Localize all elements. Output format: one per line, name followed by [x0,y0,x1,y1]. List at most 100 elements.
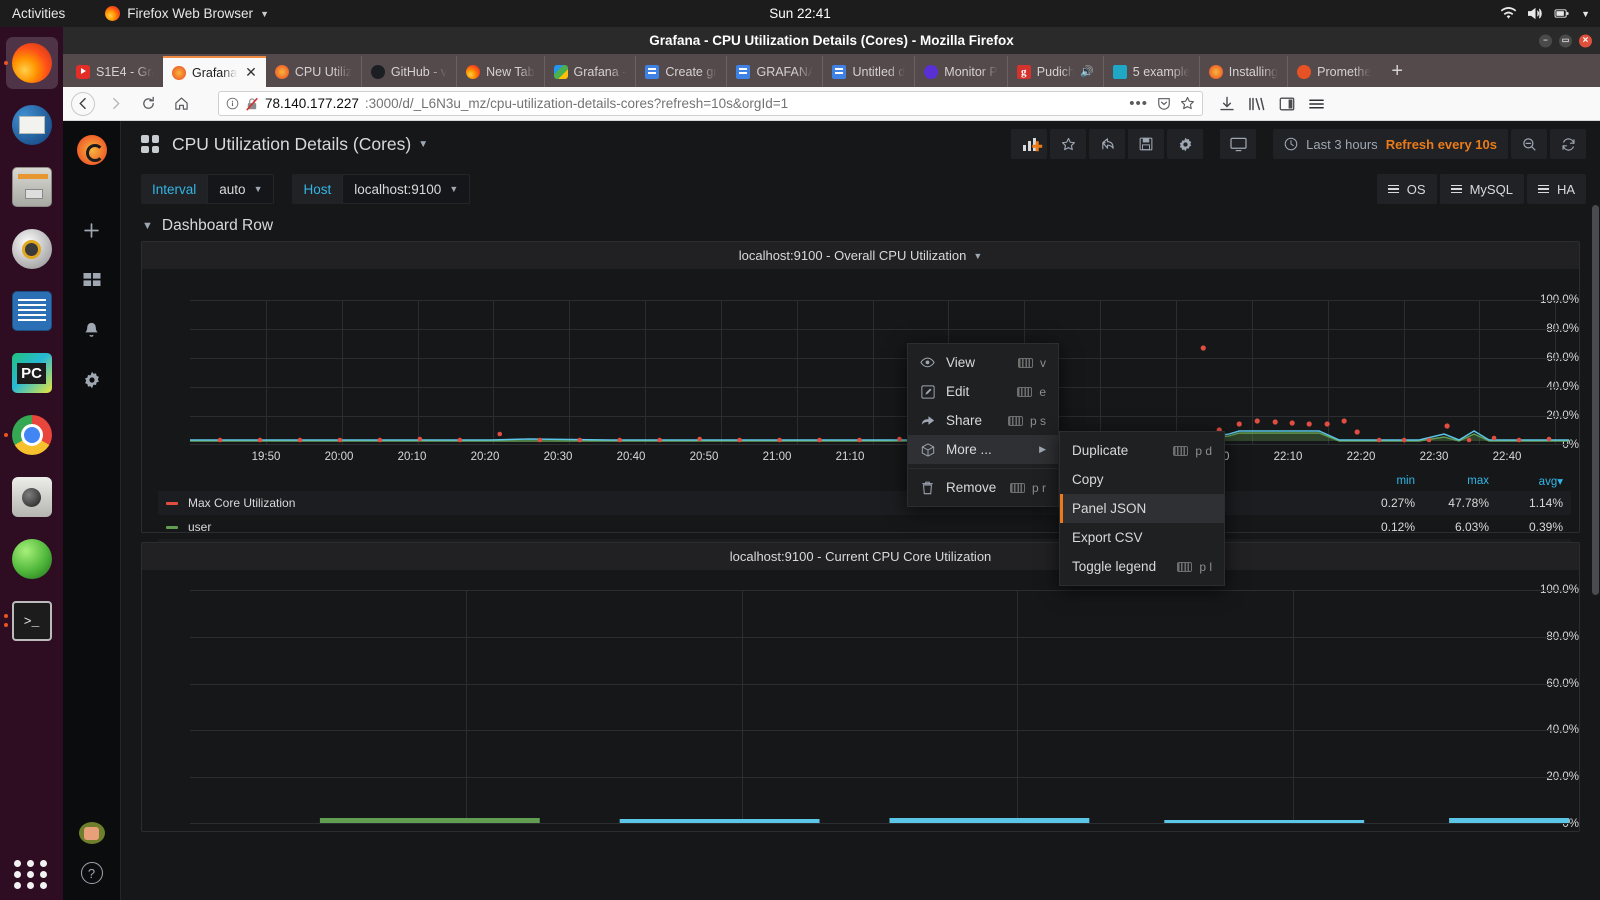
mute-tab-icon[interactable]: 🔊 [1080,65,1094,78]
browser-tab[interactable]: Untitled d [822,56,914,87]
zoom-out-button[interactable] [1511,129,1547,159]
back-button[interactable] [71,91,95,116]
dashboard-link-ha[interactable]: HA [1526,174,1586,204]
dock-item-writer[interactable] [6,285,58,337]
time-range-label: Last 3 hours [1306,136,1378,152]
dock-item-rhythmbox[interactable] [6,223,58,275]
sidebar-item-create[interactable] [79,217,105,243]
submenu-item-duplicate[interactable]: Duplicate p d [1060,436,1224,465]
browser-tab[interactable]: GRAFANA [726,56,822,87]
dock-item-firefox[interactable] [3,37,58,89]
context-menu-item-remove[interactable]: Remove p r [908,473,1058,502]
chevron-down-icon[interactable]: ▼ [418,139,428,150]
browser-tab[interactable]: CPU Utiliz [266,56,361,87]
browser-tab[interactable]: Create gr [635,56,726,87]
context-menu-item-view[interactable]: View v [908,348,1058,377]
dock-item-chrome[interactable] [3,409,58,461]
panel-context-menu: View v Edit e Share p s More ... ▶ Remov… [907,343,1059,507]
browser-tab[interactable]: GitHub - v [360,56,456,87]
minimize-button[interactable]: – [1539,34,1552,47]
browser-tab[interactable]: Monitor P [914,56,1007,87]
url-bar[interactable]: 78.140.177.227:3000/d/_L6N3u_mz/cpu-util… [218,91,1203,116]
variable-value: localhost:9100 [354,181,442,197]
help-button[interactable]: ? [80,862,103,884]
avatar[interactable] [78,822,105,844]
browser-tab-active[interactable]: Grafana ✕ [163,56,266,87]
sidebar-item-alerting[interactable] [79,317,105,343]
dock-item-thunderbird[interactable] [6,99,58,151]
legend-col-min[interactable]: min [1349,471,1423,491]
dock-item-camera[interactable] [6,471,58,523]
refresh-interval-label: Refresh every 10s [1385,136,1497,152]
maximize-button[interactable]: ▭ [1559,34,1572,47]
clock[interactable]: Sun 22:41 [769,6,831,21]
browser-tab[interactable]: Installing [1198,56,1287,87]
browser-tab[interactable]: New Tab [456,56,543,87]
browser-tab[interactable]: Grafana - [543,56,636,87]
context-menu-item-more[interactable]: More ... ▶ [908,435,1058,464]
legend-row[interactable]: user 0.12% 6.03% 0.39% [158,515,1571,539]
save-button[interactable] [1128,129,1165,159]
refresh-button[interactable] [1550,129,1586,159]
legend-col-max[interactable]: max [1423,471,1497,491]
legend-col-avg[interactable]: avg▾ [1497,471,1571,491]
browser-tab[interactable]: S1E4 - Gra [67,56,163,87]
dock-item-terminal[interactable]: >_ [3,595,58,647]
add-panel-button[interactable]: ✚ [1011,129,1048,159]
app-menu[interactable]: Firefox Web Browser ▼ [105,6,269,21]
forward-button[interactable] [101,89,130,118]
submenu-item-export-csv[interactable]: Export CSV [1060,523,1224,552]
time-range-picker[interactable]: Last 3 hours Refresh every 10s [1273,129,1508,159]
chevron-down-icon[interactable]: ▼ [973,251,982,261]
tab-label: New Tab [486,64,535,79]
dock-item-globe[interactable] [6,533,58,585]
page-actions-icon[interactable]: ••• [1129,96,1148,111]
reload-button[interactable] [134,89,163,118]
tab-label: S1E4 - Gra [96,64,154,79]
dashboard-link-os[interactable]: OS [1376,174,1437,204]
sidebar-item-configuration[interactable] [79,367,105,393]
dock-item-pycharm[interactable] [6,347,58,399]
activities-button[interactable]: Activities [12,6,65,21]
chart-plot-area[interactable] [190,300,1569,445]
x-tick-label: 20:20 [470,451,500,463]
dock-item-files[interactable] [6,161,58,213]
star-button[interactable] [1050,129,1087,159]
globe-icon [11,539,52,579]
system-tray[interactable]: ▼ [1501,7,1590,20]
app-menu-label: Firefox Web Browser [127,6,254,21]
browser-tab[interactable]: g Pudichi 🔊 [1006,56,1103,87]
star-icon [1061,137,1075,150]
context-menu-item-edit[interactable]: Edit e [908,377,1058,406]
add-panel-icon: ✚ [1022,137,1043,153]
context-menu-item-share[interactable]: Share p s [908,406,1058,435]
list-icon [1387,184,1399,194]
tv-mode-button[interactable] [1220,129,1257,159]
page-scrollbar[interactable] [1591,121,1600,900]
submenu-item-panel-json[interactable]: Panel JSON [1060,494,1224,523]
submenu-item-copy[interactable]: Copy [1060,465,1224,494]
grafana-logo-icon[interactable] [76,135,107,165]
share-button[interactable] [1089,129,1126,159]
variable-dropdown[interactable]: auto ▼ [207,174,275,204]
browser-tab[interactable]: Promethe [1287,56,1380,87]
scrollbar-thumb[interactable] [1592,205,1599,595]
new-tab-button[interactable]: + [1380,56,1414,87]
home-button[interactable] [167,89,196,118]
sidebar-item-dashboards[interactable] [79,267,105,293]
show-applications-button[interactable] [13,860,50,889]
settings-button[interactable] [1167,129,1204,159]
close-button[interactable]: ✕ [1579,34,1592,47]
dashboard-row-header[interactable]: ▼ Dashboard Row [121,211,1600,241]
close-tab-button[interactable]: ✕ [245,64,257,81]
chart-plot-area[interactable] [190,590,1569,824]
browser-tab[interactable]: 5 example [1102,56,1199,87]
page-title[interactable]: CPU Utilization Details (Cores) [172,134,411,155]
panel-header[interactable]: localhost:9100 - Current CPU Core Utiliz… [142,543,1579,570]
variable-dropdown[interactable]: localhost:9100 ▼ [342,174,471,204]
submenu-item-toggle-legend[interactable]: Toggle legend p l [1060,552,1224,581]
window-titlebar: Grafana - CPU Utilization Details (Cores… [63,27,1600,54]
dashboard-link-mysql[interactable]: MySQL [1439,174,1524,204]
legend-row[interactable]: Max Core Utilization 0.27% 47.78% 1.14% [158,491,1571,515]
panel-header[interactable]: localhost:9100 - Overall CPU Utilization… [142,242,1579,269]
